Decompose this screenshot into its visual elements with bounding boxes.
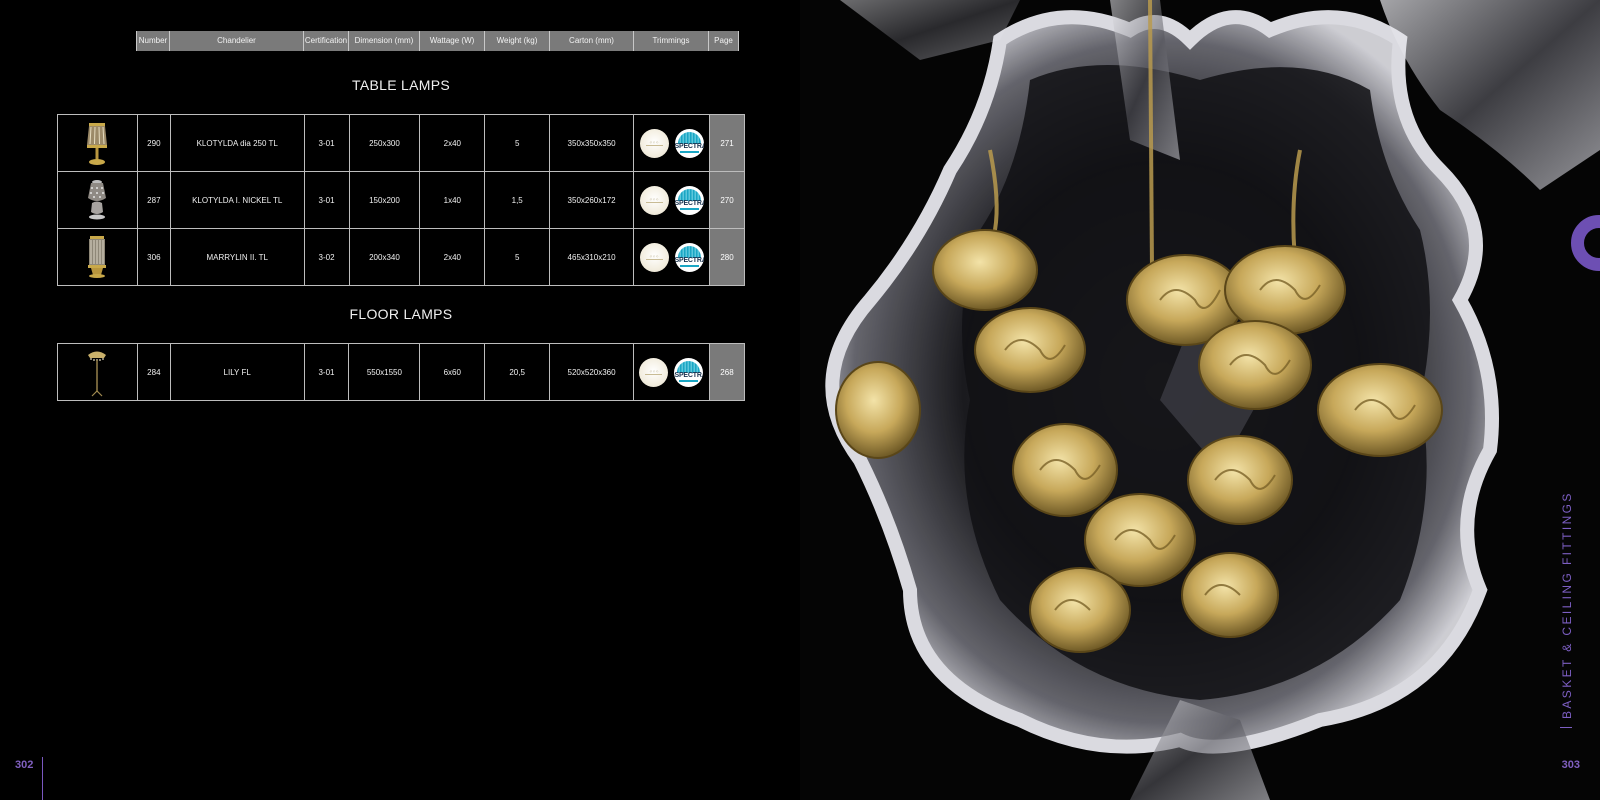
header-chandelier: Chandelier (169, 31, 304, 51)
cell-wattage: 6x60 (419, 343, 486, 401)
cell-dimension: 550x1550 (348, 343, 421, 401)
cell-cert: 3-01 (303, 114, 350, 172)
cell-weight: 5 (484, 114, 551, 172)
header-wattage: Wattage (W) (419, 31, 485, 51)
cell-number: 284 (136, 343, 171, 401)
cell-trimmings: ◇ ◇ ◇ SPECTRA (633, 343, 710, 401)
cell-weight: 1,5 (484, 171, 551, 229)
cell-wattage: 2x40 (419, 228, 486, 286)
header-carton: Carton (mm) (549, 31, 634, 51)
cell-cert: 3-01 (303, 343, 350, 401)
crystal-photo (800, 0, 1600, 800)
table-row: 290 KLOTYLDA dia 250 TL 3-01 250x300 2x4… (57, 114, 745, 172)
floor-lamp-icon (88, 351, 107, 397)
table-lamp-icon (87, 123, 108, 165)
cell-page: 280 (709, 228, 745, 286)
cell-name: KLOTYLDA I. NICKEL TL (169, 171, 305, 229)
cell-dimension: 150x200 (348, 171, 421, 229)
cell-wattage: 2x40 (419, 114, 486, 172)
header-number: Number (136, 31, 170, 51)
product-thumbnail (57, 343, 138, 401)
cell-weight: 20,5 (484, 343, 551, 401)
product-thumbnail (57, 171, 138, 229)
crystal-trim-badge-icon: ◇ ◇ ◇ (639, 242, 669, 272)
cell-page: 268 (708, 343, 746, 401)
header-certification: Certification (303, 31, 349, 51)
spectra-badge-icon: SPECTRA (674, 128, 704, 158)
crystal-trim-badge-icon: ◇ ◇ ◇ (639, 185, 669, 215)
section-title-floor-lamps: FLOOR LAMPS (349, 306, 453, 322)
cell-name: KLOTYLDA dia 250 TL (169, 114, 305, 172)
table-row: 306 MARRYLIN II. TL 3-02 200x340 2x40 5 … (57, 228, 745, 286)
chapter-caption-text: BASKET & CEILING FITTINGS (1560, 491, 1574, 719)
header-weight: Weight (kg) (484, 31, 550, 51)
cell-wattage: 1x40 (419, 171, 486, 229)
cell-dimension: 200x340 (348, 228, 421, 286)
product-thumbnail (57, 114, 138, 172)
cell-page: 270 (709, 171, 745, 229)
spectra-badge-icon: SPECTRA (674, 185, 704, 215)
chapter-caption: BASKET & CEILING FITTINGS (1560, 491, 1574, 728)
cell-dimension: 250x300 (348, 114, 421, 172)
page-number-right: 303 (1561, 759, 1580, 771)
cell-weight: 5 (484, 228, 551, 286)
cell-name: LILY FL (169, 343, 305, 401)
header-page: Page (708, 31, 739, 51)
cell-cert: 3-01 (303, 171, 350, 229)
cell-cert: 3-02 (303, 228, 350, 286)
section-title-table-lamps: TABLE LAMPS (352, 77, 450, 93)
cell-trimmings: ◇ ◇ ◇ SPECTRA (633, 228, 710, 286)
cell-carton: 350x350x350 (549, 114, 635, 172)
table-row: 287 KLOTYLDA I. NICKEL TL 3-01 150x200 1… (57, 171, 745, 229)
cell-name: MARRYLIN II. TL (169, 228, 305, 286)
cell-carton: 520x520x360 (549, 343, 634, 401)
cell-carton: 465x310x210 (549, 228, 635, 286)
product-thumbnail (57, 228, 138, 286)
header-trimmings: Trimmings (633, 31, 709, 51)
table-lamp-icon (88, 180, 107, 220)
cell-page: 271 (709, 114, 745, 172)
table-row: 284 LILY FL 3-01 550x1550 6x60 20,5 520x… (57, 343, 746, 401)
product-table-floor-lamps: 284 LILY FL 3-01 550x1550 6x60 20,5 520x… (57, 343, 746, 401)
crystal-trim-badge-icon: ◇ ◇ ◇ (639, 128, 669, 158)
cell-carton: 350x260x172 (549, 171, 635, 229)
page-number-left: 302 (15, 759, 34, 771)
cell-number: 306 (136, 228, 171, 286)
column-header-row: Number Chandelier Certification Dimensio… (136, 31, 739, 51)
cell-number: 290 (136, 114, 171, 172)
product-table-table-lamps: 290 KLOTYLDA dia 250 TL 3-01 250x300 2x4… (57, 114, 745, 286)
page-divider-line (42, 757, 43, 800)
crystal-trim-badge-icon: ◇ ◇ ◇ (639, 357, 669, 387)
table-lamp-icon (88, 236, 107, 278)
cell-trimmings: ◇ ◇ ◇ SPECTRA (633, 114, 710, 172)
cell-number: 287 (136, 171, 171, 229)
crystal-pendant-image (800, 0, 1600, 800)
spectra-badge-icon: SPECTRA (674, 242, 704, 272)
cell-trimmings: ◇ ◇ ◇ SPECTRA (633, 171, 710, 229)
spectra-badge-icon: SPECTRA (674, 357, 704, 387)
header-dimension: Dimension (mm) (348, 31, 420, 51)
caption-tick (1560, 727, 1572, 728)
